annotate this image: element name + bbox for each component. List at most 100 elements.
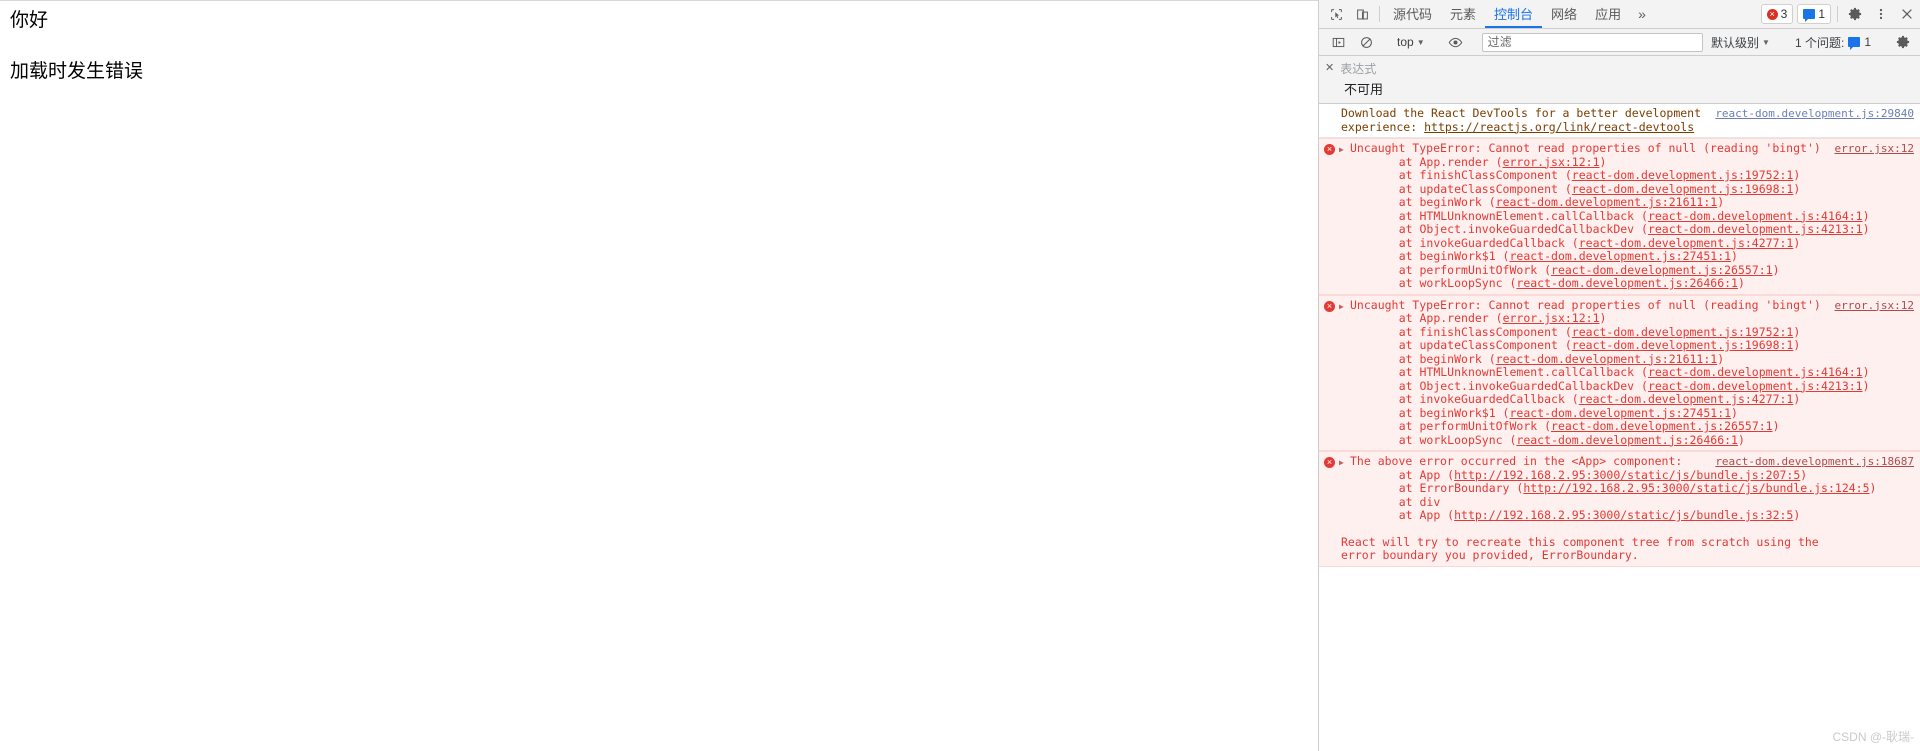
console-info-message[interactable]: react-dom.development.js:29840 Download t… — [1319, 104, 1920, 138]
stack-frame-close-paren: ) — [1717, 195, 1725, 209]
log-level-selector[interactable]: 默认级别 ▼ — [1705, 34, 1776, 51]
stack-frame-location-link[interactable]: react-dom.development.js:21611:1 — [1496, 352, 1718, 366]
issues-count: 1 — [1864, 35, 1871, 49]
issues-indicator[interactable]: 1 个问题: 1 — [1789, 34, 1877, 51]
stack-frame-location-link[interactable]: react-dom.development.js:4213:1 — [1648, 379, 1863, 393]
tab-console[interactable]: 控制台 — [1485, 0, 1543, 28]
message-headline: Uncaught TypeError: Cannot read properti… — [1341, 297, 1914, 313]
console-message-list[interactable]: react-dom.development.js:29840 Download t… — [1319, 104, 1920, 751]
stack-frame-function: at App.render ( — [1371, 154, 1503, 169]
stack-frame: at invokeGuardedCallback (react-dom.deve… — [1371, 392, 1914, 407]
message-source-link[interactable]: react-dom.development.js:29840 — [1715, 107, 1914, 121]
close-icon[interactable] — [1894, 0, 1920, 28]
stack-frame-location-link[interactable]: http://192.168.2.95:3000/static/js/bundl… — [1454, 508, 1793, 522]
close-icon[interactable]: ✕ — [1325, 63, 1334, 74]
console-filter-toolbar: top ▼ 默认级别 ▼ 1 个问题: 1 — [1319, 29, 1920, 56]
message-source-link[interactable]: error.jsx:12 — [1835, 299, 1914, 313]
speech-bubble-icon — [1848, 37, 1861, 50]
stack-frame-location-link[interactable]: react-dom.development.js:4277:1 — [1579, 236, 1794, 250]
stack-frame-close-paren: ) — [1599, 154, 1607, 169]
stack-frame-location-link[interactable]: http://192.168.2.95:3000/static/js/bundl… — [1523, 481, 1869, 495]
page-heading-greeting: 你好 — [10, 10, 49, 31]
toolbar-divider — [1379, 6, 1380, 22]
search-input[interactable] — [1481, 32, 1704, 52]
tab-application[interactable]: 应用 — [1586, 0, 1630, 28]
inline-url-link[interactable]: https://reactjs.org/link/react-devtools — [1424, 120, 1694, 134]
stack-frame-function: at updateClassComponent ( — [1371, 338, 1572, 352]
live-expression-panel: ✕ 表达式 不可用 — [1319, 56, 1920, 104]
stack-frame-location-link[interactable]: react-dom.development.js:19698:1 — [1572, 338, 1794, 352]
message-text: Uncaught TypeError: Cannot read properti… — [1350, 297, 1821, 312]
message-text: Uncaught TypeError: Cannot read properti… — [1350, 141, 1821, 155]
console-sidebar-icon[interactable] — [1325, 36, 1351, 49]
tabbar-spacer — [1654, 0, 1759, 28]
stack-frame-location-link[interactable]: react-dom.development.js:26557:1 — [1551, 419, 1773, 433]
expand-arrow-icon[interactable]: ▶ — [1339, 300, 1344, 314]
stack-frame: at ErrorBoundary (http://192.168.2.95:30… — [1371, 481, 1914, 496]
stack-frame-location-link[interactable]: react-dom.development.js:26557:1 — [1551, 263, 1773, 277]
stack-frame-close-paren: ) — [1772, 262, 1780, 277]
stack-frame-location-link[interactable]: react-dom.development.js:4164:1 — [1648, 365, 1863, 379]
stack-frame-location-link[interactable]: react-dom.development.js:21611:1 — [1496, 195, 1718, 209]
issues-label: 1 个问题: — [1794, 35, 1845, 50]
message-source-link[interactable]: react-dom.development.js:18687 — [1715, 455, 1914, 469]
stack-frame-function: at beginWork$1 ( — [1371, 249, 1510, 263]
stack-frame-location-link[interactable]: react-dom.development.js:19752:1 — [1572, 325, 1794, 339]
error-circle-icon: × — [1766, 8, 1778, 20]
stack-trace: at App (http://192.168.2.95:3000/static/… — [1341, 468, 1914, 523]
message-count-badge[interactable]: 1 — [1797, 4, 1831, 24]
message-count-label: 1 — [1818, 7, 1825, 21]
live-expression-placeholder[interactable]: 表达式 — [1340, 60, 1376, 77]
tab-network[interactable]: 网络 — [1542, 0, 1586, 28]
stack-frame: at finishClassComponent (react-dom.devel… — [1371, 324, 1914, 340]
expand-arrow-icon[interactable]: ▶ — [1339, 143, 1344, 157]
stack-frame-function: at HTMLUnknownElement.callCallback ( — [1371, 365, 1648, 379]
console-error-message[interactable]: × ▶ error.jsx:12 Uncaught TypeError: Cannot… — [1319, 138, 1920, 295]
clear-console-icon[interactable] — [1353, 36, 1379, 49]
stack-frame: at performUnitOfWork (react-dom.developm… — [1371, 419, 1914, 434]
more-tabs-chevron-icon[interactable]: » — [1630, 0, 1654, 28]
stack-frame-function: at performUnitOfWork ( — [1371, 419, 1552, 433]
stack-frame-function: at HTMLUnknownElement.callCallback ( — [1371, 208, 1648, 223]
stack-frame-location-link[interactable]: http://192.168.2.95:3000/static/js/bundl… — [1454, 468, 1800, 482]
stack-frame-function: at updateClassComponent ( — [1371, 181, 1572, 196]
stack-frame-location-link[interactable]: react-dom.development.js:4164:1 — [1648, 209, 1863, 223]
gear-icon[interactable] — [1842, 0, 1868, 28]
error-circle-icon: × — [1324, 300, 1335, 312]
stack-frame-location-link[interactable]: react-dom.development.js:27451:1 — [1509, 406, 1731, 420]
stack-frame-location-link[interactable]: react-dom.development.js:19698:1 — [1572, 182, 1794, 196]
console-settings-gear-icon[interactable] — [1890, 35, 1916, 49]
console-error-message[interactable]: × ▶ error.jsx:12 Uncaught TypeError: Cannot… — [1319, 294, 1920, 451]
more-vertical-icon[interactable] — [1868, 0, 1894, 28]
message-source-link[interactable]: error.jsx:12 — [1835, 142, 1914, 156]
devtools-panel: 源代码 元素 控制台 网络 应用 » × 3 1 top ▼ 过滤 默认级别 ▼… — [1318, 0, 1920, 751]
stack-frame-function: at finishClassComponent ( — [1371, 324, 1572, 339]
console-error-message[interactable]: × ▶ react-dom.development.js:18687 The abov… — [1319, 451, 1920, 567]
expand-arrow-icon[interactable]: ▶ — [1339, 456, 1344, 470]
stack-frame-location-link[interactable]: react-dom.development.js:26466:1 — [1516, 276, 1738, 290]
stack-frame-location-link[interactable]: react-dom.development.js:19752:1 — [1572, 168, 1794, 182]
stack-frame-location-link[interactable]: error.jsx:12:1 — [1503, 311, 1600, 325]
stack-frame-close-paren: ) — [1869, 481, 1877, 495]
tab-sources[interactable]: 源代码 — [1384, 0, 1441, 28]
device-toolbar-icon[interactable] — [1349, 0, 1375, 28]
live-expression-eye-icon[interactable] — [1443, 36, 1469, 49]
tab-elements[interactable]: 元素 — [1441, 0, 1485, 28]
execution-context-selector[interactable]: top ▼ — [1392, 35, 1430, 49]
stack-frame-location-link[interactable]: react-dom.development.js:4213:1 — [1648, 222, 1863, 236]
stack-frame-function: at invokeGuardedCallback ( — [1371, 392, 1579, 406]
message-tail-text: React will try to recreate this componen… — [1341, 534, 1819, 562]
error-count-badge[interactable]: × 3 — [1760, 4, 1794, 24]
stack-frame-location-link[interactable]: react-dom.development.js:27451:1 — [1509, 249, 1731, 263]
stack-frame-function: at invokeGuardedCallback ( — [1371, 235, 1579, 250]
stack-frame: at beginWork (react-dom.development.js:2… — [1371, 195, 1914, 210]
live-expression-header: ✕ 表达式 — [1325, 60, 1914, 77]
stack-frame: at beginWork$1 (react-dom.development.js… — [1371, 249, 1914, 264]
web-page-viewport: 你好 加载时发生错误 — [0, 0, 1318, 751]
stack-frame-location-link[interactable]: error.jsx:12:1 — [1503, 155, 1600, 169]
stack-frame-location-link[interactable]: react-dom.development.js:26466:1 — [1516, 433, 1738, 447]
stack-frame-close-paren: ) — [1793, 508, 1801, 522]
stack-frame-location-link[interactable]: react-dom.development.js:4277:1 — [1579, 392, 1794, 406]
inspect-cursor-icon[interactable] — [1323, 0, 1349, 28]
stack-frame: at App.render (error.jsx:12:1) — [1371, 311, 1914, 326]
